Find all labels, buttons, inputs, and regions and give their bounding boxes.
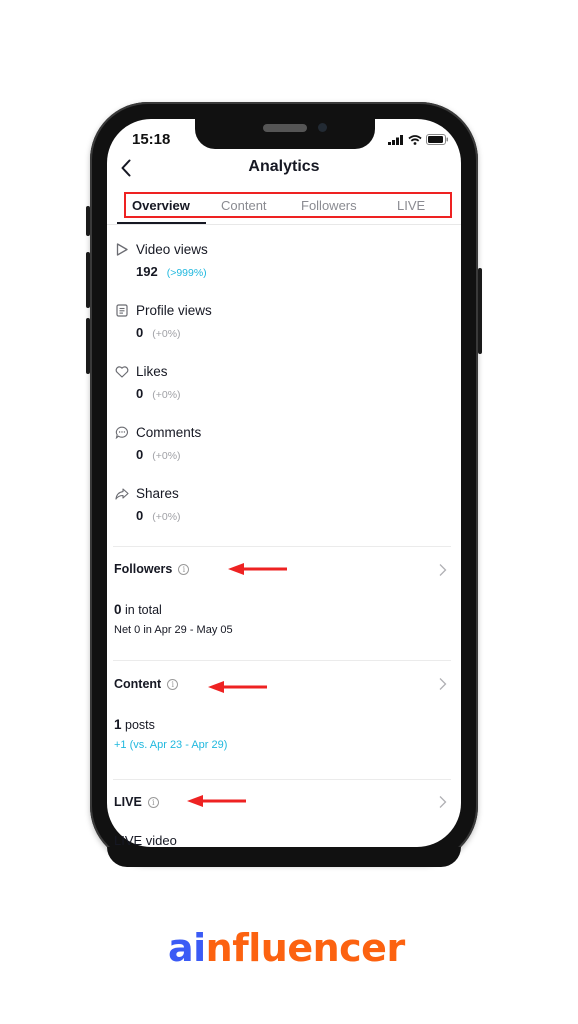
followers-section-header[interactable]: Followers i [114,562,190,576]
info-icon[interactable]: i [178,563,190,575]
live-video-row-clip: LIVE video [107,830,461,847]
phone-mute-switch [86,206,90,236]
speaker-grille [263,124,307,132]
heart-icon [115,365,129,379]
chevron-right-icon[interactable] [438,795,448,809]
metric-likes: Likes 0 (+0%) [115,364,181,401]
metric-comments: Comments 0 (+0%) [115,425,201,462]
phone-screen [107,119,461,847]
tab-live[interactable]: LIVE [397,198,425,213]
annotation-arrow-icon [208,681,267,693]
info-icon[interactable]: i [147,796,159,808]
share-icon [115,487,129,501]
chevron-right-icon[interactable] [438,677,448,691]
play-icon [115,243,129,257]
logo-part-ai: ai [168,926,206,970]
metric-label: Shares [136,486,179,501]
ainfluencer-logo: ainfluencer [168,926,405,970]
metric-value: 0 [136,508,144,523]
metric-delta: (+0%) [152,389,181,401]
metric-value: 192 [136,264,158,279]
profile-card-icon [115,304,129,318]
info-icon[interactable]: i [167,678,179,690]
live-video-label: LIVE video [114,833,177,847]
battery-icon [426,134,448,145]
comment-icon [115,426,129,440]
content-comparison: +1 (vs. Apr 23 - Apr 29) [114,739,228,751]
tabs-divider [107,224,461,225]
tab-followers[interactable]: Followers [301,198,357,213]
live-section-title: LIVE [114,795,142,809]
metric-label: Comments [136,425,202,440]
section-divider [113,779,451,780]
metric-delta: (+0%) [152,450,181,462]
metric-delta: (>999%) [166,267,207,279]
metric-label: Video views [136,242,208,257]
tab-content[interactable]: Content [221,198,267,213]
metric-value: 0 [136,447,144,462]
tab-overview[interactable]: Overview [132,198,190,213]
content-section-title: Content [114,677,162,691]
section-divider [113,660,451,661]
followers-section-title: Followers [114,562,173,576]
phone-volume-down [86,318,90,374]
metric-profile-views: Profile views 0 (+0%) [115,303,212,340]
section-divider [113,546,451,547]
phone-power-button [478,268,482,354]
content-posts-value: 1 [114,717,122,732]
signal-icon [388,134,403,145]
metric-shares: Shares 0 (+0%) [115,486,181,523]
phone-volume-up [86,252,90,308]
content-section-header[interactable]: Content i [114,677,179,691]
metric-delta: (+0%) [152,328,181,340]
wifi-icon [408,134,422,145]
content-posts: 1 posts [114,717,155,732]
page-title: Analytics [248,158,320,175]
annotation-arrow-icon [187,795,246,807]
followers-total-suffix: in total [121,603,162,617]
status-time: 15:18 [132,131,171,148]
front-camera [318,123,327,132]
chevron-right-icon[interactable] [438,563,448,577]
metric-label: Likes [136,364,168,379]
followers-net: Net 0 in Apr 29 - May 05 [114,624,233,636]
content-posts-suffix: posts [121,718,155,732]
annotation-arrow-icon [228,563,287,575]
phone-bottom-bezel [107,847,461,867]
logo-part-nfluencer: nfluencer [205,926,406,970]
status-icons [388,134,449,145]
metric-label: Profile views [136,303,212,318]
live-section-header[interactable]: LIVE i [114,795,159,809]
followers-total: 0 in total [114,602,162,617]
metric-value: 0 [136,386,144,401]
metric-video-views: Video views 192 (>999%) [115,242,208,279]
metric-value: 0 [136,325,144,340]
followers-total-value: 0 [114,602,122,617]
metric-delta: (+0%) [152,511,181,523]
